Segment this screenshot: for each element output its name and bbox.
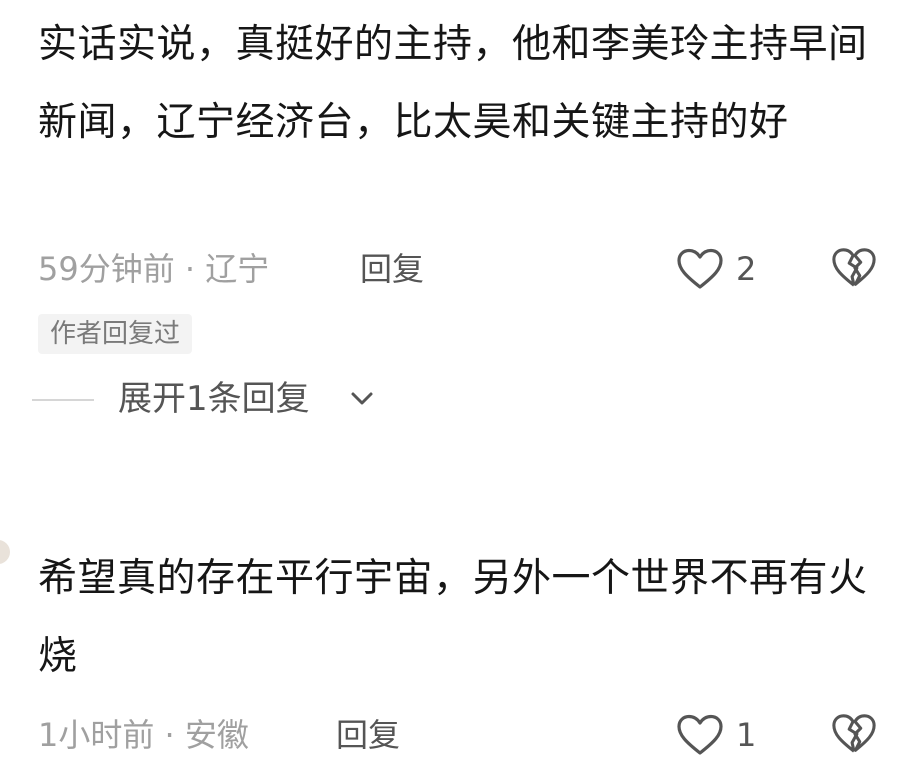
avatar[interactable] xyxy=(0,540,10,564)
comment-time-location: 59分钟前 · 辽宁 xyxy=(38,250,270,288)
reply-button[interactable]: 回复 xyxy=(360,244,424,294)
heart-outline-icon xyxy=(677,248,723,289)
comment-time-location: 1小时前 · 安徽 xyxy=(38,716,249,754)
heart-outline-icon xyxy=(677,714,723,755)
dislike-button[interactable] xyxy=(831,712,877,770)
expand-replies-label: 展开1条回复 xyxy=(118,379,310,419)
broken-heart-icon xyxy=(832,714,876,753)
comment-text: 实话实说，真挺好的主持，他和李美玲主持早间新闻，辽宁经济台，比太昊和关键主持的好 xyxy=(38,22,868,145)
dislike-button[interactable] xyxy=(831,246,877,304)
like-count: 1 xyxy=(736,716,757,754)
reply-button[interactable]: 回复 xyxy=(336,710,400,760)
comment-text: 希望真的存在平行宇宙，另外一个世界不再有火烧 xyxy=(38,556,868,679)
divider-line xyxy=(32,399,94,401)
broken-heart-icon xyxy=(832,248,876,287)
chevron-down-icon xyxy=(351,392,373,405)
comment-meta-row: 1小时前 · 安徽 回复 1 xyxy=(38,710,878,760)
comment-meta-row: 59分钟前 · 辽宁 回复 2 xyxy=(38,244,878,294)
like-count: 2 xyxy=(736,250,757,288)
author-replied-badge: 作者回复过 xyxy=(38,314,193,354)
expand-replies-row: 展开1条回复 xyxy=(32,374,532,424)
